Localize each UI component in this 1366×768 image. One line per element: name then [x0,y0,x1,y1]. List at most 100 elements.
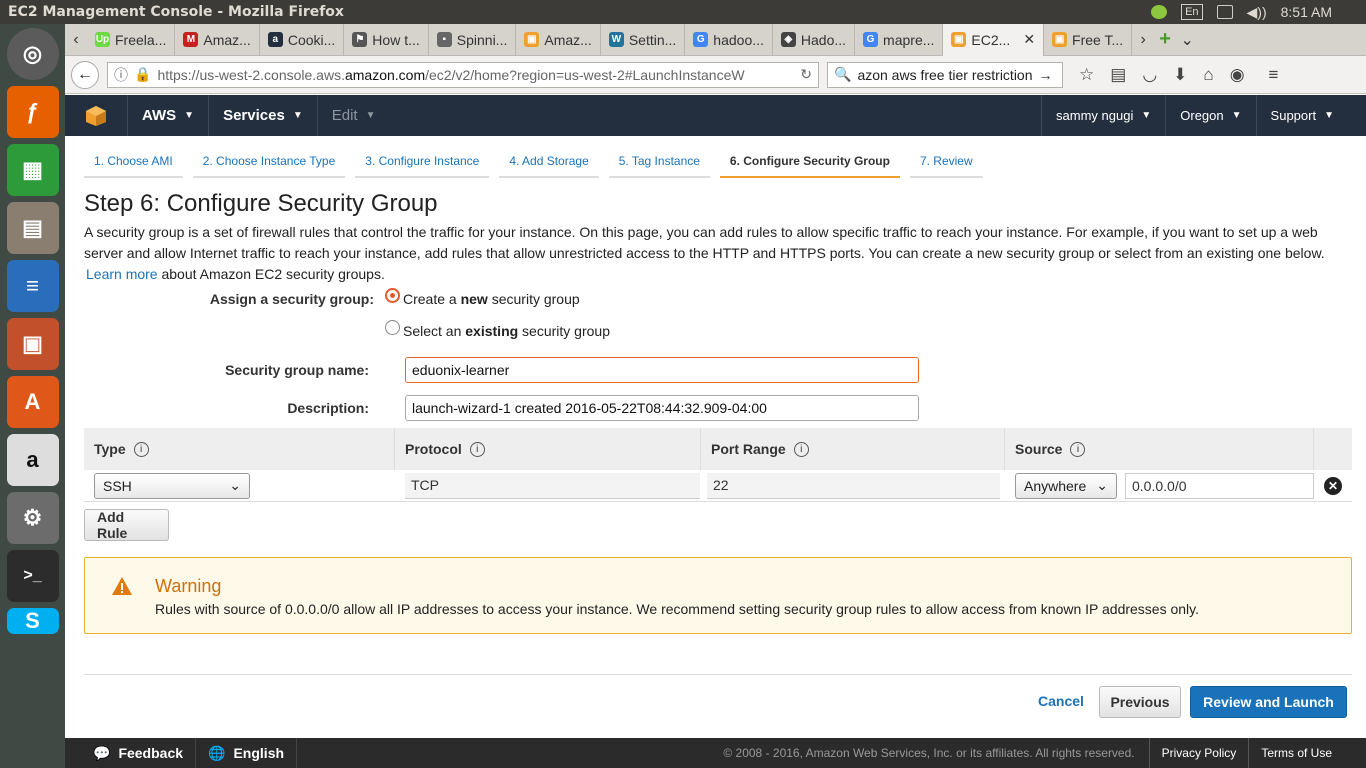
spreadsheet-icon[interactable]: ▦ [6,144,59,196]
rules-table: Type i Protocol i Port Range i Source i SSH ⌄… [84,428,1352,502]
browser-tab[interactable]: ▪ Spinni... [429,23,517,56]
language-button[interactable]: 🌐 English [196,738,298,768]
volume-icon[interactable]: ◀)) [1247,4,1267,21]
files-icon[interactable]: ▤ [6,202,59,254]
info-icon[interactable]: i [133,441,149,457]
support-menu[interactable]: Support ▼ [1255,95,1348,136]
tab-favicon-icon: G [863,32,879,47]
region-menu[interactable]: Oregon ▼ [1165,95,1255,136]
tab-label: Cooki... [287,31,336,48]
writer-icon[interactable]: ≡ [6,260,59,312]
step-add-storage[interactable]: 4. Add Storage [499,148,599,178]
browser-tab[interactable]: W Settin... [601,23,686,56]
port-range-input[interactable]: 22 [707,472,1000,499]
firefox-icon[interactable]: ƒ [6,86,59,138]
impress-icon[interactable]: ▣ [6,318,59,370]
search-bar[interactable]: 🔍 azon aws free tier restriction → [827,61,1063,88]
tab-list-menu-icon[interactable]: ⌄ [1176,30,1198,50]
edit-menu[interactable]: Edit ▼ [316,95,390,136]
source-select[interactable]: Anywhere ⌄ [1015,472,1117,499]
reading-list-icon[interactable]: ▤ [1110,65,1126,85]
aws-cube-logo-icon[interactable] [65,105,127,127]
source-cidr-input[interactable]: 0.0.0.0/0 [1125,472,1314,499]
url-bar[interactable]: ⓘ 🔒 https://us-west-2.console.aws.amazon… [107,61,819,88]
edit-menu-label: Edit [331,107,358,124]
browser-tab[interactable]: ◈ Hado... [773,23,856,56]
network-icon[interactable] [1151,5,1168,19]
info-icon[interactable]: i [469,441,485,457]
close-tab-icon[interactable]: ✕ [1023,31,1035,48]
terminal-icon[interactable]: >_ [6,550,59,602]
ubuntu-dash-icon[interactable]: ◎ [6,28,59,80]
browser-tab[interactable]: ⚑ How t... [344,23,429,56]
amazon-icon[interactable]: a [6,434,59,486]
radio-existing-icon[interactable] [385,319,400,335]
learn-more-link[interactable]: Learn more [86,266,158,282]
settings-icon[interactable]: ⚙ [6,492,59,544]
browser-tab[interactable]: ▣ EC2... ✕ [943,23,1045,56]
terms-of-use-link[interactable]: Terms of Use [1248,738,1366,768]
security-group-name-input[interactable]: eduonix-learner [405,357,919,383]
url-prefix: https://us-west-2.console.aws. [157,66,345,83]
type-select[interactable]: SSH ⌄ [94,472,250,499]
reload-icon[interactable]: ↻ [792,66,812,83]
step-tag-instance[interactable]: 5. Tag Instance [608,148,710,178]
user-menu[interactable]: sammy ngugi ▼ [1041,95,1165,136]
browser-tab[interactable]: Up Freela... [87,23,176,56]
review-and-launch-button[interactable]: Review and Launch [1190,686,1347,718]
tab-favicon-icon: Up [95,32,110,47]
step-choose-instance-type[interactable]: 2. Choose Instance Type [192,148,346,178]
chat-icon[interactable]: ◉ [1230,65,1245,85]
chevron-down-icon: ▼ [1231,110,1242,121]
new-tab-icon[interactable]: + [1154,28,1176,51]
home-icon[interactable]: ⌂ [1203,65,1213,85]
clock[interactable]: 8:51 AM [1281,4,1332,20]
downloads-icon[interactable]: ⬇ [1173,65,1187,85]
delete-rule-icon[interactable]: ✕ [1324,476,1342,495]
browser-tab[interactable]: Gmapre... [855,23,944,56]
step-configure-instance[interactable]: 3. Configure Instance [355,148,490,178]
radio-new-security-group[interactable]: Create a new security group [385,287,580,307]
description-input[interactable]: launch-wizard-1 created 2016-05-22T08:44… [405,395,919,421]
browser-tab[interactable]: M Amaz... [175,23,260,56]
tab-label: Hado... [800,31,847,48]
browser-tab[interactable]: ▣ Amaz... [516,23,601,56]
hamburger-menu-icon[interactable]: ≡ [1269,65,1279,85]
back-button[interactable]: ← [71,60,99,89]
search-go-icon[interactable]: → [1039,67,1053,83]
feedback-button[interactable]: 💬 Feedback [65,738,197,768]
browser-tab[interactable]: ▣ Free T... [1044,23,1133,56]
browser-tab[interactable]: Ghadoo... [685,23,773,56]
privacy-policy-link[interactable]: Privacy Policy [1148,738,1249,768]
tabs-scroll-left-icon[interactable]: ‹ [65,31,87,49]
description-row: Description: launch-wizard-1 created 201… [84,395,919,421]
tab-favicon-icon: ▣ [951,32,967,47]
browser-tab[interactable]: a Cooki... [260,23,345,56]
aws-menu[interactable]: AWS ▼ [127,95,208,136]
battery-icon[interactable] [1216,5,1233,19]
radio-new-icon[interactable] [385,287,400,303]
previous-button[interactable]: Previous [1099,686,1181,718]
services-menu[interactable]: Services ▼ [208,95,317,136]
software-center-icon[interactable]: A [6,376,59,428]
tab-label: EC2... [971,31,1011,48]
keyboard-layout-indicator[interactable]: En [1181,4,1203,20]
step-configure-security-group[interactable]: 6. Configure Security Group [719,148,900,178]
info-icon[interactable]: i [793,441,809,457]
tabs-scroll-right-icon[interactable]: › [1132,31,1154,49]
assign-label: Assign a security group: [209,291,374,307]
skype-icon[interactable]: S [6,608,59,634]
radio-existing-security-group[interactable]: Select an existing security group [385,319,610,339]
site-info-icon[interactable]: ⓘ [114,65,128,85]
step-review[interactable]: 7. Review [909,148,983,178]
add-rule-button[interactable]: Add Rule [84,509,169,541]
lock-icon: 🔒 [134,66,152,82]
pocket-icon[interactable]: ◡ [1142,65,1157,85]
step-choose-ami[interactable]: 1. Choose AMI [84,148,183,178]
browser-navbar: ← ⓘ 🔒 https://us-west-2.console.aws.amaz… [65,56,1366,94]
tab-favicon-icon: G [693,32,709,47]
bookmark-star-icon[interactable]: ☆ [1079,65,1094,85]
description-label: Description: [287,400,369,416]
cancel-link[interactable]: Cancel [1038,693,1084,709]
info-icon[interactable]: i [1070,441,1086,457]
